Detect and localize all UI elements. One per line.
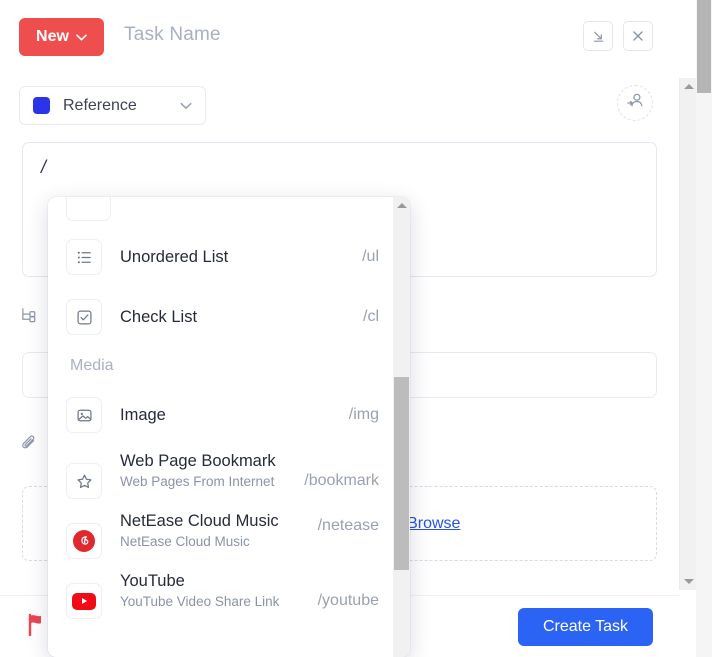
slash-category-media: Media: [48, 347, 393, 385]
task-name-placeholder[interactable]: Task Name: [124, 24, 221, 46]
minimize-to-bottom-icon[interactable]: [583, 21, 613, 51]
slash-item-title: Check List: [120, 308, 197, 326]
assign-user-button[interactable]: [617, 85, 653, 121]
slash-item-unordered-list[interactable]: Unordered List /ul: [48, 227, 393, 287]
flag-icon[interactable]: [26, 613, 46, 642]
slash-item-desc: Web Pages From Internet: [120, 473, 286, 491]
new-button[interactable]: New: [19, 18, 104, 56]
scroll-down-arrow-icon[interactable]: [680, 573, 697, 590]
slash-item-command: /cl: [363, 308, 379, 326]
create-task-button[interactable]: Create Task: [518, 608, 653, 646]
slash-menu-scrollbar-thumb[interactable]: [394, 377, 409, 570]
slash-item-command: /youtube: [318, 592, 379, 610]
task-type-select[interactable]: Reference: [19, 86, 206, 125]
slash-item-title: YouTube: [120, 572, 185, 590]
slash-item-desc: YouTube Video Share Link: [120, 593, 300, 611]
new-button-label: New: [36, 28, 69, 46]
close-icon[interactable]: [623, 21, 653, 51]
slash-item-image[interactable]: Image /img: [48, 385, 393, 445]
slash-item-desc: NetEase Cloud Music: [120, 533, 300, 551]
slash-item-title: Web Page Bookmark: [120, 452, 276, 470]
chevron-down-icon: [76, 28, 87, 46]
slash-item-command: /bookmark: [304, 472, 379, 490]
page-scrollbar[interactable]: [696, 0, 712, 657]
editor-content: /: [41, 157, 46, 177]
slash-item-command: /ul: [362, 248, 379, 266]
star-icon: [66, 463, 102, 499]
browse-link[interactable]: Browse: [407, 515, 460, 533]
check-list-icon: [66, 299, 102, 335]
paperclip-icon: [20, 434, 39, 457]
slash-item-netease-cloud-music[interactable]: NetEase Cloud Music NetEase Cloud Music …: [48, 505, 393, 565]
slash-item-command: /img: [349, 406, 379, 424]
slash-item-title: Unordered List: [120, 248, 228, 266]
scrolled-item-partial: [66, 197, 111, 221]
netease-music-icon: [66, 523, 102, 559]
image-icon: [66, 397, 102, 433]
youtube-icon: [66, 583, 102, 619]
slash-item-title: Image: [120, 406, 166, 424]
unordered-list-icon: [66, 239, 102, 275]
slash-item-command: /netease: [318, 517, 379, 535]
slash-item-web-page-bookmark[interactable]: Web Page Bookmark Web Pages From Interne…: [48, 445, 393, 505]
assign-user-icon: [626, 91, 645, 115]
header-actions: [583, 21, 653, 51]
task-creation-modal: New Task Name Refer: [0, 0, 712, 657]
chevron-down-icon: [180, 97, 192, 115]
slash-item-title: NetEase Cloud Music: [120, 512, 279, 530]
slash-item-check-list[interactable]: Check List /cl: [48, 287, 393, 347]
slash-command-menu: List Unordered List /ul: [48, 197, 410, 657]
scroll-up-arrow-icon[interactable]: [680, 78, 697, 95]
slash-command-list: List Unordered List /ul: [48, 197, 393, 625]
modal-scrollbar[interactable]: [679, 78, 696, 590]
slash-item-youtube[interactable]: YouTube YouTube Video Share Link /youtub…: [48, 565, 393, 625]
scroll-up-arrow-icon[interactable]: [393, 197, 410, 214]
task-type-color-swatch: [33, 97, 50, 114]
task-type-label: Reference: [63, 97, 137, 115]
subtask-hierarchy-icon: [20, 306, 39, 329]
modal-header: New Task Name: [0, 0, 679, 72]
page-scrollbar-thumb[interactable]: [697, 0, 711, 93]
slash-menu-scrollbar[interactable]: [393, 197, 410, 657]
